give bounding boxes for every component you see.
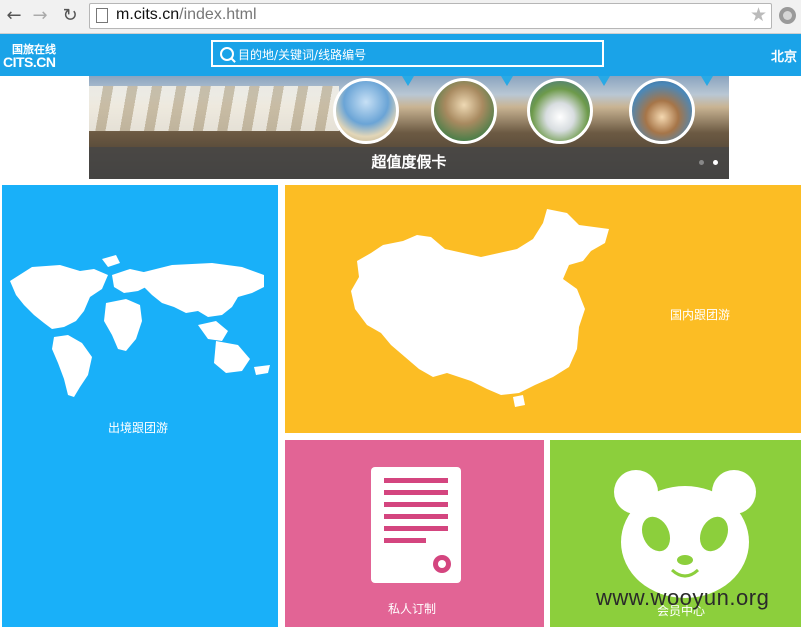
banner-thumb-golf-cart — [527, 78, 593, 144]
banner-title: 超值度假卡 — [371, 153, 447, 171]
banner-thumb-resort — [629, 78, 695, 144]
banner-thumb-beach — [333, 78, 399, 144]
reload-icon[interactable]: ↻ — [60, 6, 80, 26]
globe-icon[interactable] — [779, 7, 796, 24]
pin-marker — [598, 76, 610, 86]
logo-line2: CITS.CN — [3, 54, 56, 70]
city-selector[interactable]: 北京 — [771, 46, 797, 65]
arrow-left-icon[interactable]: ← — [4, 6, 24, 26]
address-bar[interactable]: m.cits.cn/index.html ★ — [89, 3, 772, 29]
world-map-icon — [10, 255, 270, 397]
url-path: /index.html — [179, 6, 257, 23]
watermark: www.wooyun.org — [596, 585, 770, 610]
search-icon — [220, 47, 234, 61]
banner-photo — [89, 86, 339, 131]
tile-domestic-tours[interactable]: 国内跟团游 — [285, 185, 801, 433]
banner-thumb-people — [431, 78, 497, 144]
tile-label-private: 私人订制 — [388, 602, 437, 616]
site-header: 国旅在线 CITS.CN 目的地/关键词/线路编号 北京 — [0, 34, 801, 76]
url-host: m.cits.cn — [116, 6, 180, 23]
pin-marker — [402, 76, 414, 86]
search-placeholder: 目的地/关键词/线路编号 — [238, 48, 367, 62]
carousel-dot[interactable] — [699, 160, 704, 165]
logo[interactable]: 国旅在线 CITS.CN — [3, 41, 69, 71]
star-icon[interactable]: ★ — [750, 4, 767, 26]
tile-outbound-tours[interactable]: 出境跟团游 — [2, 185, 278, 627]
url-text[interactable]: m.cits.cn/index.html — [116, 6, 257, 24]
china-map-icon — [351, 209, 609, 407]
tile-label-outbound: 出境跟团游 — [108, 421, 169, 435]
pin-marker — [701, 76, 713, 86]
pin-marker — [501, 76, 513, 86]
arrow-right-icon[interactable]: → — [30, 6, 50, 26]
browser-toolbar: ← → ↻ m.cits.cn/index.html ★ — [0, 0, 801, 34]
tile-private-custom[interactable]: 私人订制 — [285, 440, 544, 627]
carousel-dot-active[interactable] — [713, 160, 718, 165]
document-icon — [371, 467, 461, 583]
search-input[interactable]: 目的地/关键词/线路编号 — [211, 40, 604, 67]
tile-label-domestic: 国内跟团游 — [670, 308, 731, 322]
promo-banner[interactable]: 超值度假卡 — [89, 76, 729, 179]
page-icon — [96, 8, 108, 23]
